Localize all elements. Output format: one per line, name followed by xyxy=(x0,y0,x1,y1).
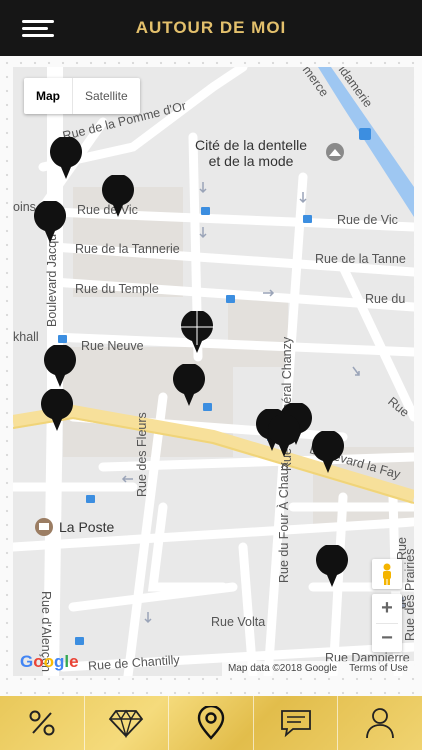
map-type-map-button[interactable]: Map xyxy=(24,78,72,114)
hamburger-menu-icon[interactable] xyxy=(22,14,58,42)
map-type-satellite-button[interactable]: Satellite xyxy=(73,78,140,114)
street-label: Rue Volta xyxy=(211,615,266,629)
street-view-pegman-icon[interactable] xyxy=(372,559,402,589)
poi-label-museum: Cité de la dentelle et de la mode xyxy=(195,137,308,169)
tab-offers[interactable] xyxy=(0,696,85,750)
map-pin[interactable] xyxy=(43,345,77,389)
tab-nearby[interactable] xyxy=(169,696,254,750)
map-pin[interactable] xyxy=(101,175,135,219)
chat-icon xyxy=(280,710,311,738)
zoom-control: + − xyxy=(372,594,402,652)
street-label: Rue de Vic xyxy=(337,213,398,227)
street-label: Boulevard Jacqu xyxy=(45,233,59,327)
street-label: khall xyxy=(13,330,39,344)
street-label: Rue du Temple xyxy=(75,282,159,296)
user-icon xyxy=(366,708,395,739)
street-label: Rue Neuve xyxy=(81,339,144,353)
map-pin[interactable] xyxy=(267,415,301,459)
map-attribution: Map data ©2018 Google Terms of Use xyxy=(221,661,414,676)
street-label: Rue des Prairies xyxy=(403,548,414,641)
bottom-nav xyxy=(0,696,422,750)
header-bar: AUTOUR DE MOI xyxy=(0,0,422,56)
map-pin[interactable] xyxy=(33,201,67,245)
street-label: Rue des Fleurs xyxy=(135,412,149,497)
tab-premium[interactable] xyxy=(85,696,170,750)
google-logo: Google xyxy=(20,652,79,671)
diamond-icon xyxy=(109,709,144,738)
page-title: AUTOUR DE MOI xyxy=(135,18,287,37)
map-view[interactable]: Rue de la Pomme d'Or Rue de Vic Rue de V… xyxy=(13,67,414,676)
zoom-in-button[interactable]: + xyxy=(372,594,402,623)
terms-of-use-link[interactable]: Terms of Use xyxy=(349,663,408,674)
street-label: Rue de la Tannerie xyxy=(75,242,180,256)
percent-icon xyxy=(29,710,55,736)
map-pin[interactable] xyxy=(49,137,83,181)
street-label: Rue du Four À Chaux xyxy=(277,462,291,583)
zoom-out-button[interactable]: − xyxy=(372,624,402,653)
map-pin[interactable] xyxy=(315,545,349,589)
map-pin[interactable] xyxy=(40,389,74,433)
street-label: Rue de la Tanne xyxy=(315,252,406,266)
map-data-credit: Map data ©2018 Google xyxy=(227,663,338,674)
tab-messages[interactable] xyxy=(254,696,339,750)
street-label: Rue du xyxy=(365,292,406,306)
map-type-control: Map Satellite xyxy=(24,78,140,114)
location-pin-icon xyxy=(197,706,225,740)
map-pin[interactable] xyxy=(180,311,214,355)
tab-profile[interactable] xyxy=(338,696,422,750)
map-pin[interactable] xyxy=(172,364,206,408)
map-pin[interactable] xyxy=(311,431,345,475)
poi-label-post: La Poste xyxy=(59,519,115,535)
